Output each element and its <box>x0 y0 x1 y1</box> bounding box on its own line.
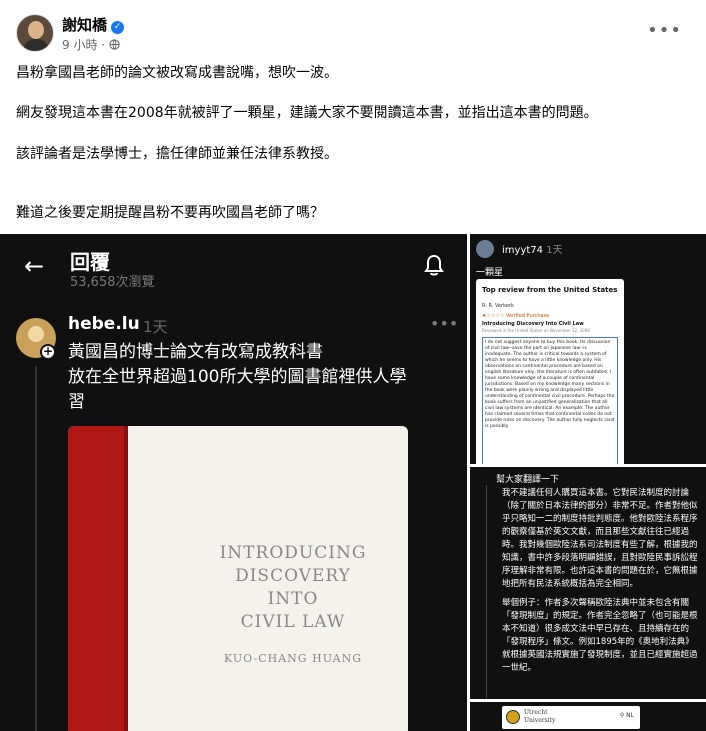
reviewer-avatar <box>476 240 494 258</box>
university-name-line: Utrecht <box>524 709 548 716</box>
review-subtitle: Reviewed in the United States on Novembe… <box>482 328 590 333</box>
review-title: Introducing Discovery Into Civil Law <box>482 321 584 327</box>
author-name[interactable]: 謝知橋 ✓ <box>62 14 125 35</box>
review-stars: ★☆☆☆☆ Verified Purchase <box>482 313 550 319</box>
post-text-line-4: 難道之後要定期提醒昌粉不要再吹國昌老師了嗎？ <box>16 205 324 221</box>
translation-header: 幫大家翻譯一下 <box>496 475 560 485</box>
follow-plus-icon: + <box>40 344 56 360</box>
post-text-line-1: 昌粉拿國昌老師的論文被改寫成書說嘴，想吹一波。 <box>16 65 338 81</box>
review-post-username: imyyt74 <box>502 245 544 256</box>
amazon-review-card: Top review from the United States R. R. … <box>476 279 624 464</box>
university-right: ⚲ NL <box>620 712 634 719</box>
book-title-line: CIVIL LAW <box>240 612 346 632</box>
translation-paragraph: 我不建議任何人購買這本書。它對民法制度的討論（除了關於日本法律的部分）非常不足。… <box>502 488 698 589</box>
facebook-post: 謝知橋 ✓ 9 小時 · ••• 昌粉拿國昌老師的論文被改寫成書說嘴，想吹一波。 … <box>0 0 706 731</box>
translation-body: 我不建議任何人購買這本書。它對民法制度的討論（除了關於日本法律的部分）非常不足。… <box>502 487 700 681</box>
book-title: INTRODUCING DISCOVERY INTO CIVIL LAW <box>178 542 408 634</box>
review-text: I do not suggest anyone to buy this book… <box>482 337 618 464</box>
book-title-line: INTO <box>267 589 319 609</box>
university-name: Utrecht University <box>524 709 555 725</box>
utrecht-header: Utrecht University ⚲ NL <box>502 706 640 729</box>
review-post-caption: 一顆星 <box>476 268 504 278</box>
book-title-line: DISCOVERY <box>235 566 351 586</box>
threads-screenshot[interactable]: ← 回覆 53,658次瀏覽 + hebe.lu 1天 ••• 黃國昌的博士論文… <box>0 234 467 731</box>
threads-body: 黃國昌的博士論文有改寫成教科書 放在全世界超過100所大學的圖書館裡供人學 習 <box>68 340 458 415</box>
bell-icon <box>424 254 444 276</box>
review-screenshot[interactable]: imyyt74 1天 一顆星 Top review from the Unite… <box>470 234 706 464</box>
threads-more-icon: ••• <box>430 314 459 333</box>
reviewer-name: R. R. Verkerk <box>482 303 514 309</box>
post-text-line-3: 該評論者是法學博士，擔任律師並兼任法律系教授。 <box>16 146 338 162</box>
search-icon: ⚲ <box>619 712 625 719</box>
verified-icon: ✓ <box>111 21 125 34</box>
globe-icon <box>109 39 120 50</box>
more-icon[interactable]: ••• <box>647 20 682 41</box>
language-label: NL <box>626 712 634 719</box>
threads-body-line: 習 <box>68 392 85 412</box>
university-name-line: University <box>524 717 556 724</box>
threads-username: hebe.lu <box>68 314 140 334</box>
review-post-user: imyyt74 1天 <box>502 241 563 256</box>
post-meta[interactable]: 9 小時 · <box>62 36 120 53</box>
review-post-time: 1天 <box>546 245 563 256</box>
book-title-line: INTRODUCING <box>219 543 367 563</box>
back-arrow-icon: ← <box>24 252 45 280</box>
author-name-text[interactable]: 謝知橋 <box>62 16 107 34</box>
post-text-line-2: 網友發現這本書在2008年就被評了一顆星，建議大家不要閱讀這本書，並指出這本書的… <box>16 105 598 121</box>
book-author: KUO-CHANG HUANG <box>224 652 362 665</box>
university-logo <box>506 710 520 724</box>
review-card-header: Top review from the United States <box>482 286 618 294</box>
post-time[interactable]: 9 小時 · <box>62 38 109 52</box>
post-media-grid: ← 回覆 53,658次瀏覽 + hebe.lu 1天 ••• 黃國昌的博士論文… <box>0 234 706 731</box>
thread-line <box>35 366 37 731</box>
translation-screenshot[interactable]: 幫大家翻譯一下 我不建議任何人購買這本書。它對民法制度的討論（除了關於日本法律的… <box>470 467 706 699</box>
thread-line <box>486 485 487 699</box>
author-avatar[interactable] <box>16 14 54 52</box>
threads-body-line: 黃國昌的博士論文有改寫成教科書 <box>68 342 323 362</box>
post-header: 謝知橋 ✓ 9 小時 · ••• <box>0 0 706 60</box>
threads-time: 1天 <box>143 318 168 336</box>
threads-views: 53,658次瀏覽 <box>70 275 155 290</box>
book-cover: INTRODUCING DISCOVERY INTO CIVIL LAW KUO… <box>68 426 408 731</box>
translation-paragraph: 舉個例子：作者多次聲稱歐陸法典中並未包含有關「發現制度」的規定。作者完全忽略了（… <box>502 598 698 673</box>
threads-body-line: 放在全世界超過100所大學的圖書館裡供人學 <box>68 367 407 387</box>
university-screenshot[interactable]: Utrecht University ⚲ NL <box>470 702 706 731</box>
